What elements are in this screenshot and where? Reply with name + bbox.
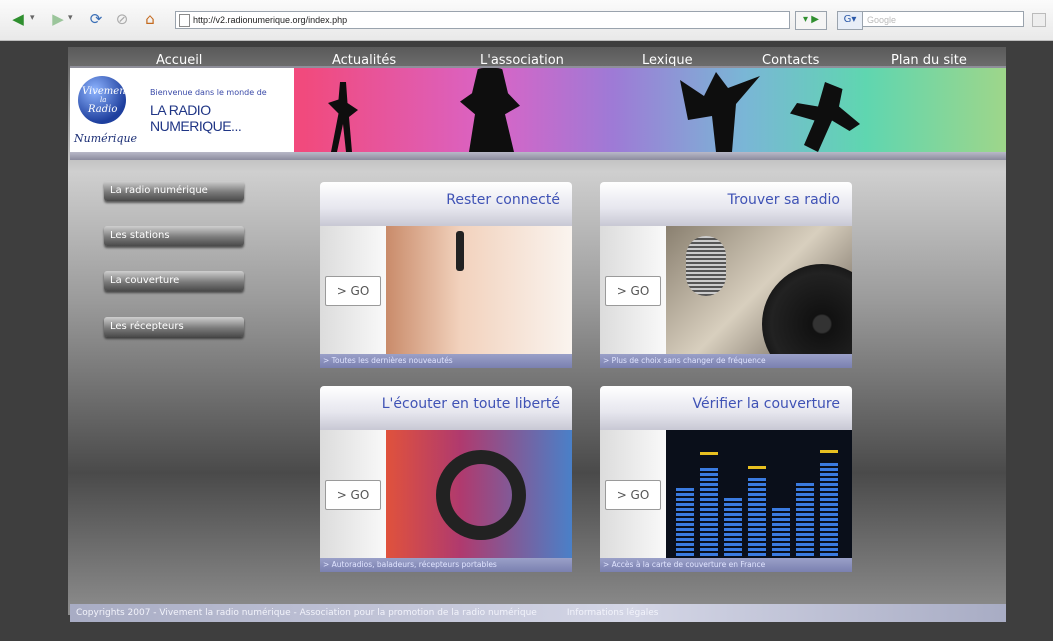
sidebar-item-recepteurs[interactable]: Les récepteurs: [104, 317, 244, 337]
card-verifier-couverture: Vérifier la couverture > GO > Accès à la…: [600, 386, 852, 572]
card-caption[interactable]: > Accès à la carte de couverture en Fran…: [600, 558, 852, 572]
forward-arrow-icon[interactable]: ▶: [48, 10, 68, 28]
card-title: Rester connecté: [446, 192, 560, 208]
back-arrow-icon[interactable]: ◀: [8, 10, 28, 28]
logo-emblem-icon: Vivement la Radio: [78, 76, 130, 124]
stop-icon[interactable]: ⊘: [112, 10, 132, 28]
banner-title: LA RADIO NUMERIQUE...: [150, 102, 242, 134]
banner-divider: [70, 152, 1006, 160]
singer-silhouette-icon: [460, 68, 520, 152]
card-rester-connecte: Rester connecté > GO > Toutes les derniè…: [320, 182, 572, 368]
go-button[interactable]: > GO: [325, 480, 381, 510]
search-input[interactable]: Google: [862, 11, 1024, 27]
card-side-panel: > GO: [320, 430, 386, 558]
search-go-button[interactable]: [1032, 13, 1046, 27]
site-logo[interactable]: Vivement la Radio Numérique Bienvenue da…: [70, 68, 294, 152]
card-header: Rester connecté: [320, 182, 572, 226]
url-text: http://v2.radionumerique.org/index.php: [193, 15, 348, 25]
logo-text-radio: Radio: [88, 104, 118, 115]
card-caption[interactable]: > Autoradios, baladeurs, récepteurs port…: [320, 558, 572, 572]
card-side-panel: > GO: [600, 226, 666, 354]
footer-copyright: Copyrights 2007 - Vivement la radio numé…: [76, 608, 537, 618]
address-bar[interactable]: http://v2.radionumerique.org/index.php: [175, 11, 790, 29]
go-button[interactable]: > GO: [605, 276, 661, 306]
kicker-silhouette-icon: [790, 82, 860, 152]
sidebar-item-stations[interactable]: Les stations: [104, 226, 244, 246]
card-ecouter-en-liberte: L'écouter en toute liberté > GO > Autora…: [320, 386, 572, 572]
card-caption[interactable]: > Toutes les dernières nouveautés: [320, 354, 572, 368]
card-header: L'écouter en toute liberté: [320, 386, 572, 430]
card-side-panel: > GO: [600, 430, 666, 558]
sidebar-item-radio-numerique[interactable]: La radio numérique: [104, 181, 244, 201]
card-title: L'écouter en toute liberté: [381, 396, 560, 412]
page-icon: [179, 14, 190, 27]
card-title: Vérifier la couverture: [692, 396, 840, 412]
search-engine-icon[interactable]: G▾: [837, 11, 863, 30]
go-button[interactable]: > GO: [325, 276, 381, 306]
go-button[interactable]: > GO: [605, 480, 661, 510]
logo-text-la: la: [100, 96, 107, 104]
dancer-silhouette-icon: [328, 82, 358, 152]
equalizer-image[interactable]: [666, 430, 852, 558]
browser-toolbar: ◀ ▾ ▶ ▾ ⟳ ⊘ ⌂ http://v2.radionumerique.o…: [0, 0, 1053, 41]
card-header: Vérifier la couverture: [600, 386, 852, 430]
headphones-woman-image[interactable]: [386, 226, 572, 354]
home-icon[interactable]: ⌂: [140, 10, 160, 28]
logo-text-numerique: Numérique: [74, 132, 138, 145]
refresh-icon[interactable]: ⟳: [86, 10, 106, 28]
card-caption[interactable]: > Plus de choix sans changer de fréquenc…: [600, 354, 852, 368]
jumper-silhouette-icon: [680, 72, 760, 152]
site-footer: Copyrights 2007 - Vivement la radio numé…: [70, 604, 1006, 622]
header-banner: Vivement la Radio Numérique Bienvenue da…: [70, 66, 1006, 152]
go-icon[interactable]: ▾ ▶: [795, 11, 827, 30]
card-title: Trouver sa radio: [727, 192, 841, 208]
microphone-vinyl-image[interactable]: [666, 226, 852, 354]
footer-legal-link[interactable]: Informations légales: [567, 608, 659, 618]
card-header: Trouver sa radio: [600, 182, 852, 226]
back-dropdown-icon[interactable]: ▾: [30, 13, 35, 23]
card-trouver-sa-radio: Trouver sa radio > GO > Plus de choix sa…: [600, 182, 852, 368]
card-side-panel: > GO: [320, 226, 386, 354]
forward-dropdown-icon[interactable]: ▾: [68, 13, 73, 23]
headphones-image[interactable]: [386, 430, 572, 558]
sidebar-item-couverture[interactable]: La couverture: [104, 271, 244, 291]
banner-welcome-text: Bienvenue dans le monde de: [150, 88, 267, 97]
